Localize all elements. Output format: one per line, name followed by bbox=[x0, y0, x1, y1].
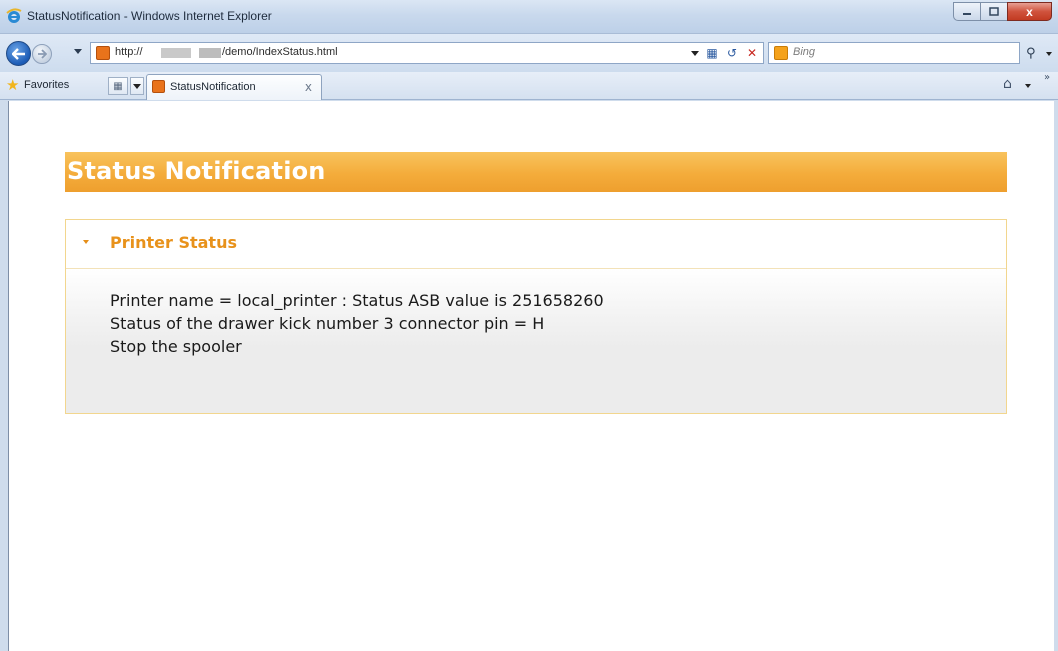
tab-status-notification[interactable]: StatusNotification x bbox=[146, 74, 322, 100]
status-message: Stop the spooler bbox=[110, 337, 242, 356]
address-url-path: /demo/IndexStatus.html bbox=[222, 46, 338, 58]
quick-tabs-button[interactable]: ▦ bbox=[108, 77, 128, 95]
favorites-bar: ★ Favorites ▦ StatusNotification x ⌂ » bbox=[0, 72, 1058, 100]
recent-pages-dropdown[interactable] bbox=[74, 49, 82, 54]
more-commands-icon[interactable]: » bbox=[1044, 72, 1050, 83]
forward-arrow-icon bbox=[38, 49, 47, 59]
panel-title: Printer Status bbox=[110, 233, 237, 252]
back-arrow-icon bbox=[11, 47, 25, 60]
search-box[interactable]: Bing bbox=[768, 42, 1020, 64]
collapse-caret-icon[interactable] bbox=[83, 240, 89, 244]
redacted-host bbox=[199, 48, 221, 58]
printer-status-panel: Printer Status Printer name = local_prin… bbox=[65, 219, 1007, 414]
panel-header[interactable]: Printer Status bbox=[66, 220, 1006, 268]
compatibility-view-icon[interactable]: ▦ bbox=[705, 46, 719, 60]
tab-list-dropdown[interactable] bbox=[130, 77, 144, 95]
home-icon[interactable]: ⌂ bbox=[1003, 76, 1012, 92]
close-button[interactable]: x bbox=[1007, 2, 1052, 21]
tab-label: StatusNotification bbox=[170, 81, 256, 93]
back-button[interactable] bbox=[6, 41, 31, 66]
minimize-button[interactable] bbox=[953, 2, 980, 21]
page-banner: Status Notification bbox=[65, 152, 1007, 192]
navigation-bar: http:// /demo/IndexStatus.html ▦ ↺ ✕ Bin… bbox=[0, 34, 1058, 72]
address-url-prefix: http:// bbox=[115, 46, 143, 58]
address-dropdown[interactable] bbox=[691, 50, 699, 56]
window-titlebar: StatusNotification - Windows Internet Ex… bbox=[0, 0, 1058, 34]
xml-page-icon bbox=[96, 46, 110, 60]
window-controls: x bbox=[953, 2, 1052, 21]
minimize-icon bbox=[963, 12, 971, 15]
maximize-button[interactable] bbox=[980, 2, 1007, 21]
status-message: Printer name = local_printer : Status AS… bbox=[110, 291, 604, 310]
tab-close-icon[interactable]: x bbox=[305, 80, 312, 94]
search-icon[interactable]: ⚲ bbox=[1026, 46, 1036, 61]
redacted-host bbox=[161, 48, 191, 58]
status-message: Status of the drawer kick number 3 conne… bbox=[110, 314, 545, 333]
ie-logo-icon bbox=[6, 8, 22, 23]
favorites-star-icon[interactable]: ★ bbox=[6, 76, 19, 94]
page-title: Status Notification bbox=[67, 157, 326, 185]
search-options-dropdown[interactable] bbox=[1046, 52, 1052, 56]
address-tools: ▦ ↺ ✕ bbox=[691, 46, 759, 60]
search-placeholder: Bing bbox=[793, 46, 816, 58]
stop-icon[interactable]: ✕ bbox=[745, 46, 759, 60]
close-icon: x bbox=[1026, 4, 1033, 19]
address-bar[interactable]: http:// /demo/IndexStatus.html ▦ ↺ ✕ bbox=[90, 42, 764, 64]
forward-button[interactable] bbox=[32, 44, 52, 64]
maximize-icon bbox=[989, 7, 999, 16]
chevron-down-icon bbox=[133, 83, 141, 89]
panel-body: Printer name = local_printer : Status AS… bbox=[66, 268, 1006, 413]
quick-tabs-icon: ▦ bbox=[113, 80, 123, 92]
favorites-button[interactable]: Favorites bbox=[24, 79, 69, 91]
page-viewport: Status Notification Printer Status Print… bbox=[8, 101, 1054, 651]
refresh-icon[interactable]: ↺ bbox=[725, 46, 739, 60]
home-dropdown[interactable] bbox=[1025, 84, 1031, 88]
window-title: StatusNotification - Windows Internet Ex… bbox=[27, 9, 272, 23]
bing-icon bbox=[774, 46, 788, 60]
xml-page-icon bbox=[152, 80, 165, 93]
